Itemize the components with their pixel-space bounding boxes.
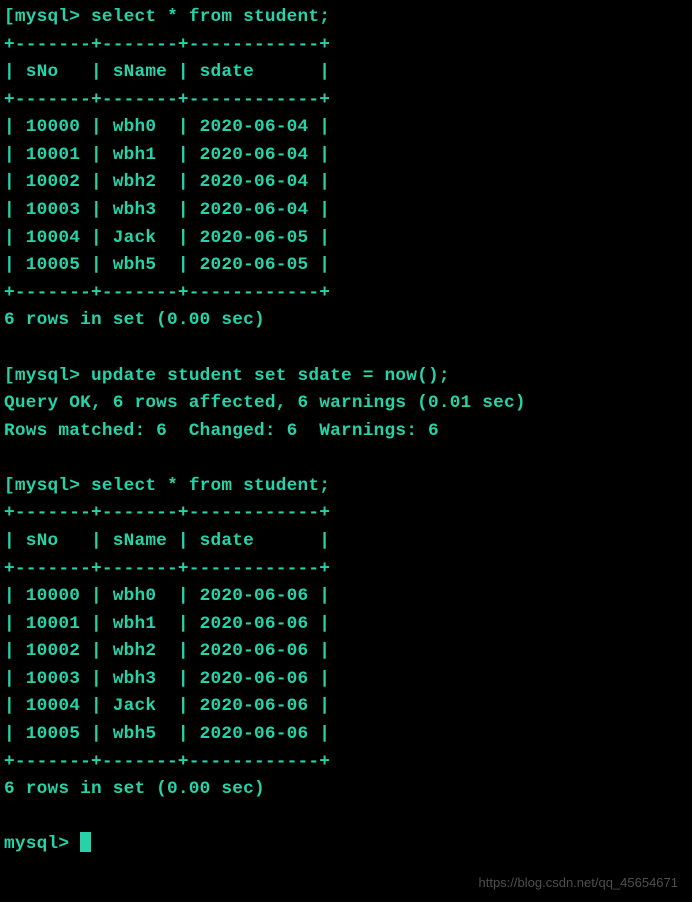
bracket-open: [ bbox=[4, 476, 15, 496]
cursor-icon bbox=[80, 832, 91, 852]
query-text: select * from student; bbox=[80, 476, 330, 496]
table-row: | 10001 | wbh1 | 2020-06-04 | bbox=[4, 142, 688, 170]
bracket-open: [ bbox=[4, 366, 15, 386]
table-border: +-------+-------+------------+ bbox=[4, 87, 688, 115]
table-border: +-------+-------+------------+ bbox=[4, 749, 688, 777]
table-row: | 10005 | wbh5 | 2020-06-05 | bbox=[4, 252, 688, 280]
result-line: 6 rows in set (0.00 sec) bbox=[4, 307, 688, 335]
table-row: | 10004 | Jack | 2020-06-06 | bbox=[4, 693, 688, 721]
bracket-open: [ bbox=[4, 7, 15, 27]
terminal[interactable]: [mysql> select * from student; +-------+… bbox=[4, 4, 688, 859]
prompt-line[interactable]: mysql> bbox=[4, 831, 688, 859]
query-line-1: [mysql> select * from student; bbox=[4, 4, 688, 32]
blank-line bbox=[4, 804, 688, 832]
table-row: | 10001 | wbh1 | 2020-06-06 | bbox=[4, 611, 688, 639]
blank-line bbox=[4, 445, 688, 473]
table-header: | sNo | sName | sdate | bbox=[4, 528, 688, 556]
table-header: | sNo | sName | sdate | bbox=[4, 59, 688, 87]
update-result: Rows matched: 6 Changed: 6 Warnings: 6 bbox=[4, 418, 688, 446]
query-line-3: [mysql> select * from student; bbox=[4, 473, 688, 501]
final-prompt: mysql> bbox=[4, 834, 80, 854]
table-row: | 10000 | wbh0 | 2020-06-06 | bbox=[4, 583, 688, 611]
table-row: | 10002 | wbh2 | 2020-06-06 | bbox=[4, 638, 688, 666]
query-line-2: [mysql> update student set sdate = now()… bbox=[4, 363, 688, 391]
prompt: mysql> bbox=[15, 366, 80, 386]
table-border: +-------+-------+------------+ bbox=[4, 32, 688, 60]
table-row: | 10005 | wbh5 | 2020-06-06 | bbox=[4, 721, 688, 749]
prompt: mysql> bbox=[15, 7, 80, 27]
table-row: | 10003 | wbh3 | 2020-06-04 | bbox=[4, 197, 688, 225]
table-row: | 10000 | wbh0 | 2020-06-04 | bbox=[4, 114, 688, 142]
table-row: | 10002 | wbh2 | 2020-06-04 | bbox=[4, 169, 688, 197]
query-text: select * from student; bbox=[80, 7, 330, 27]
query-text: update student set sdate = now(); bbox=[80, 366, 450, 386]
watermark: https://blog.csdn.net/qq_45654671 bbox=[479, 873, 679, 893]
update-result: Query OK, 6 rows affected, 6 warnings (0… bbox=[4, 390, 688, 418]
table-border: +-------+-------+------------+ bbox=[4, 280, 688, 308]
table-row: | 10003 | wbh3 | 2020-06-06 | bbox=[4, 666, 688, 694]
blank-line bbox=[4, 335, 688, 363]
table-row: | 10004 | Jack | 2020-06-05 | bbox=[4, 225, 688, 253]
table-border: +-------+-------+------------+ bbox=[4, 556, 688, 584]
result-line: 6 rows in set (0.00 sec) bbox=[4, 776, 688, 804]
table-border: +-------+-------+------------+ bbox=[4, 500, 688, 528]
prompt: mysql> bbox=[15, 476, 80, 496]
